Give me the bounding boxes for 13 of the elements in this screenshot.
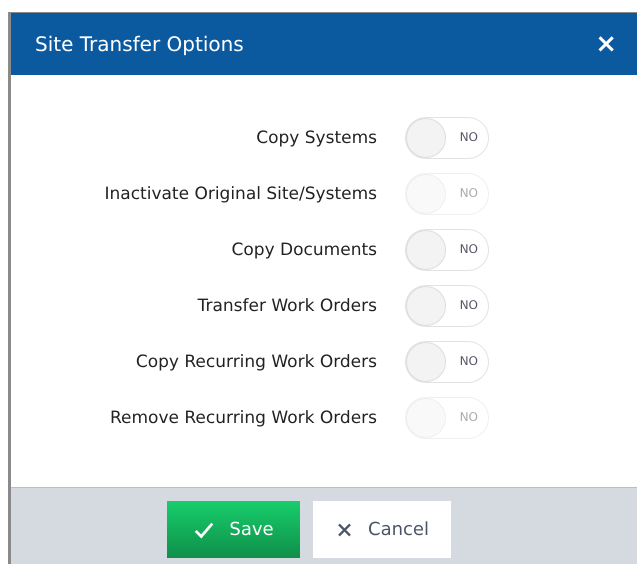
cancel-button[interactable]: Cancel (313, 501, 451, 558)
close-button[interactable]: × (595, 29, 617, 59)
option-label: Copy Recurring Work Orders (134, 352, 377, 372)
option-label: Transfer Work Orders (196, 296, 377, 316)
toggle-switch[interactable]: NO (405, 229, 489, 271)
dialog-title: Site Transfer Options (35, 32, 244, 56)
toggle-switch[interactable]: NO (405, 285, 489, 327)
option-label: Copy Systems (255, 128, 377, 148)
option-label: Remove Recurring Work Orders (108, 408, 377, 428)
option-label: Inactivate Original Site/Systems (104, 184, 377, 204)
option-label: Copy Documents (230, 240, 377, 260)
toggle-switch[interactable]: NO (405, 341, 489, 383)
toggle-switch[interactable]: NO (405, 117, 489, 159)
